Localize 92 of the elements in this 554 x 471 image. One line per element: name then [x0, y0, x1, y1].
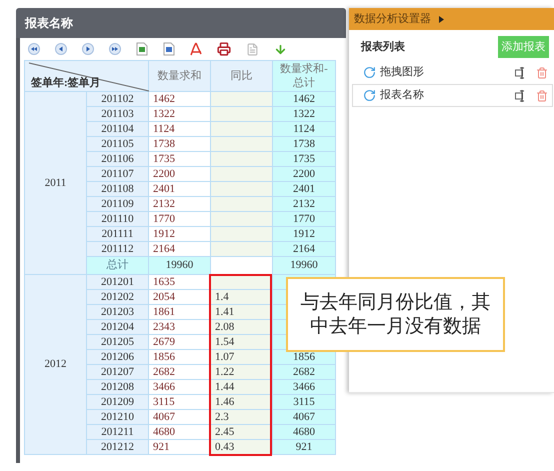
table-cell: 2401	[272, 182, 336, 196]
refresh-icon[interactable]	[363, 89, 376, 102]
list-title: 报表列表	[361, 40, 405, 55]
table-cell: 1322	[148, 106, 211, 122]
month-cell: 201104	[86, 122, 149, 136]
table-cell: 1462	[148, 92, 211, 106]
table-cell: 2401	[148, 182, 211, 196]
month-cell: 201202	[86, 290, 149, 304]
month-cell: 201209	[86, 394, 149, 410]
month-cell: 201103	[86, 106, 149, 122]
table-cell: 1856	[148, 350, 211, 364]
panel-title: 数据分析设置器	[354, 12, 431, 27]
table-cell: 3115	[272, 394, 336, 410]
window-title: 报表名称	[16, 8, 346, 38]
word-export-icon[interactable]	[163, 42, 175, 56]
previous-page-icon[interactable]	[55, 43, 67, 55]
month-cell: 201112	[86, 242, 149, 256]
table-cell: 2343	[148, 320, 211, 334]
last-page-icon[interactable]	[109, 43, 121, 55]
corner-header: 签单年:签单月	[24, 60, 149, 92]
column-header: 数量求和-总计	[272, 60, 336, 92]
table-cell: 4680	[148, 424, 211, 440]
table-cell: 3115	[148, 394, 211, 410]
table-cell: 1912	[148, 226, 211, 242]
print-icon[interactable]	[217, 42, 231, 56]
month-cell: 201110	[86, 212, 149, 226]
year-cell: 2012	[24, 274, 86, 454]
table-cell: 2200	[272, 166, 336, 182]
report-list-item[interactable]: 报表名称	[352, 84, 553, 107]
table-cell: 1738	[148, 136, 211, 152]
table-cell: 1462	[272, 92, 336, 106]
callout: 与去年同月份比值，其中去年一月没有数据	[286, 277, 505, 352]
table-cell: 4680	[272, 424, 336, 440]
month-cell: 201206	[86, 350, 149, 364]
table-cell: 2054	[148, 290, 211, 304]
month-cell: 201108	[86, 182, 149, 196]
refresh-icon[interactable]	[363, 66, 376, 79]
table-cell: 1635	[148, 274, 211, 290]
month-cell: 201107	[86, 166, 149, 182]
table-cell: 2164	[272, 242, 336, 256]
month-cell: 201205	[86, 334, 149, 350]
month-cell: 201207	[86, 364, 149, 380]
month-cell: 201204	[86, 320, 149, 334]
expand-icon[interactable]	[439, 16, 444, 22]
table-cell: 3466	[148, 380, 211, 394]
month-cell: 201105	[86, 136, 149, 152]
download-icon[interactable]	[274, 42, 287, 56]
table-cell: 1124	[272, 122, 336, 136]
pdf-export-icon[interactable]	[190, 42, 202, 56]
table-cell: 4067	[272, 410, 336, 424]
table-cell: 1735	[148, 152, 211, 166]
month-cell: 201203	[86, 304, 149, 320]
year-cell: 2011	[24, 92, 86, 274]
report-list-item[interactable]: 拖拽图形	[352, 61, 553, 84]
column-header: 数量求和	[148, 60, 211, 92]
table-cell: 2132	[272, 196, 336, 212]
table-cell: 1770	[148, 212, 211, 226]
month-cell: 201109	[86, 196, 149, 212]
table-cell: 1735	[272, 152, 336, 166]
table-cell: 1770	[272, 212, 336, 226]
table-cell: 1322	[272, 106, 336, 122]
month-cell: 201106	[86, 152, 149, 166]
table-cell: 2132	[148, 196, 211, 212]
month-cell: 201111	[86, 226, 149, 242]
table-cell: 2682	[272, 364, 336, 380]
month-cell: 201102	[86, 92, 149, 106]
table-cell: 2682	[148, 364, 211, 380]
rename-icon[interactable]	[515, 90, 526, 102]
column-header: 同比	[210, 60, 273, 92]
table-cell: 2200	[148, 166, 211, 182]
table-cell: 1738	[272, 136, 336, 152]
first-page-icon[interactable]	[28, 43, 40, 55]
next-page-icon[interactable]	[82, 43, 94, 55]
table-cell: 2164	[148, 242, 211, 256]
table-cell: 3466	[272, 380, 336, 394]
table-cell: 2679	[148, 334, 211, 350]
month-cell: 201208	[86, 380, 149, 394]
month-cell: 201210	[86, 410, 149, 424]
table-cell: 4067	[148, 410, 211, 424]
table-cell: 1124	[148, 122, 211, 136]
table-cell: 921	[148, 440, 211, 454]
subtotal-label: 总计	[86, 256, 149, 274]
table-cell: 1912	[272, 226, 336, 242]
excel-export-icon[interactable]	[136, 42, 148, 56]
table-cell: 19960	[272, 256, 336, 274]
month-cell: 201201	[86, 274, 149, 290]
table-cell: 921	[272, 440, 336, 454]
table-cell: 1861	[148, 304, 211, 320]
table-cell: 19960	[148, 256, 211, 274]
month-cell: 201211	[86, 424, 149, 440]
month-cell: 201212	[86, 440, 149, 454]
rename-icon[interactable]	[515, 66, 526, 78]
